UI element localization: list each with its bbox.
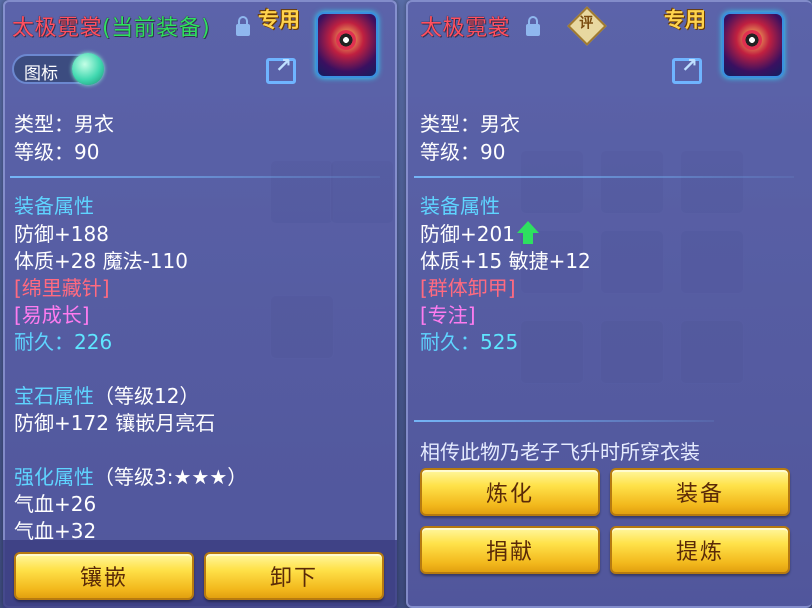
gem-level: （等级12） [94,384,200,408]
item-description: 相传此物乃老子飞升时所穿衣装 [420,440,700,464]
refine-button[interactable]: 炼化 [420,468,600,516]
durability-label: 耐久： [14,330,74,354]
icon-toggle-label: 图标 [24,64,58,84]
right-durability: 耐久：525 [420,326,518,355]
left-item-name: 太极霓裳 [12,16,103,41]
share-icon[interactable] [672,53,702,84]
current-equipped-tag: (当前装备) [102,16,211,41]
right-item-title: 太极霓裳 [420,10,510,42]
right-level: 等级：90 [420,140,506,164]
right-item-name: 太极霓裳 [420,16,511,41]
right-stats: 体质+15 敏捷+12 [420,249,591,273]
gem-header: 宝石属性 [14,384,94,408]
right-defense-row: 防御+201 [420,218,539,247]
enhance-header: 强化属性 [14,465,94,489]
equip-button[interactable]: 装备 [610,468,790,516]
left-effect-1: [绵里藏针] [14,276,110,300]
left-stats: 体质+28 魔法-110 [14,249,188,273]
icon-toggle[interactable]: 图标 [12,53,104,85]
divider [414,176,794,178]
left-gem-line: 防御+172 镶嵌月亮石 [14,411,216,435]
enhance-level: （等级3:★★★） [94,465,248,489]
share-icon[interactable] [266,53,296,84]
right-item-icon [722,12,784,78]
left-type: 类型：男衣 [14,112,114,136]
durability-value: 226 [74,330,113,354]
left-gem-section: 宝石属性（等级12） [14,380,199,409]
up-arrow-icon [516,221,539,245]
donate-button[interactable]: 捐献 [420,526,600,574]
left-level: 等级：90 [14,140,100,164]
right-exclusive-label: 专用 [664,8,706,32]
divider [414,420,714,422]
left-item-icon [316,12,378,78]
left-enhance-1: 气血+26 [14,492,97,516]
left-enhance-section: 强化属性（等级3:★★★） [14,461,247,490]
left-effect-2: [易成长] [14,303,90,327]
right-equip-attr-header: 装备属性 [420,194,500,218]
right-type: 类型：男衣 [420,112,520,136]
lock-icon [526,16,540,36]
right-defense: 防御+201 [420,222,515,246]
unequip-button[interactable]: 卸下 [204,552,384,600]
toggle-knob[interactable] [72,53,104,85]
inlay-button[interactable]: 镶嵌 [14,552,194,600]
right-effect-1: [群体卸甲] [420,276,516,300]
extract-button[interactable]: 提炼 [610,526,790,574]
left-durability: 耐久：226 [14,326,112,355]
durability-label: 耐久： [420,330,480,354]
left-item-title: 太极霓裳(当前装备) [12,10,210,42]
divider [10,176,380,178]
left-defense: 防御+188 [14,222,109,246]
durability-value: 525 [480,330,519,354]
left-exclusive-label: 专用 [258,8,300,32]
lock-icon [236,16,250,36]
right-effect-2: [专注] [420,303,476,327]
left-equip-attr-header: 装备属性 [14,194,94,218]
rate-label: 评 [579,15,594,32]
